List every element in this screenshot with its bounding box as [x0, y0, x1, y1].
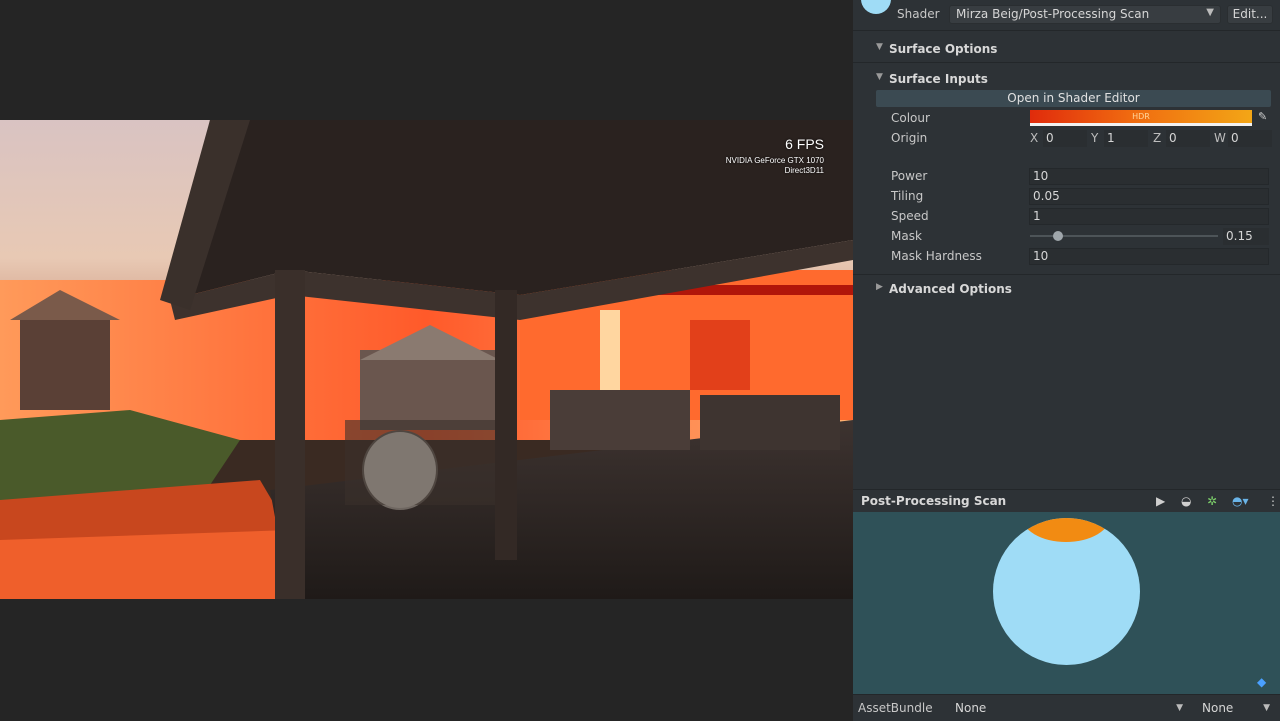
graphics-api: Direct3D11: [784, 166, 824, 175]
section-title: Surface Inputs: [889, 72, 988, 86]
origin-w-label: W: [1214, 131, 1226, 145]
alpha-bar: [1030, 123, 1252, 126]
speed-label: Speed: [891, 209, 929, 223]
origin-z-label: Z: [1153, 131, 1162, 145]
foldout-expanded-icon: ▼: [876, 42, 883, 52]
colour-label: Colour: [891, 111, 930, 125]
material-preview[interactable]: [853, 512, 1280, 670]
gpu-name: NVIDIA GeForce GTX 1070: [725, 156, 824, 165]
open-shader-editor-button[interactable]: Open in Shader Editor: [876, 90, 1271, 107]
mask-hardness-label: Mask Hardness: [891, 249, 982, 263]
preview-header: Post-Processing Scan ▶ ◒ ✲ ◓▾ ⋮: [853, 489, 1280, 512]
material-thumbnail: [861, 0, 891, 14]
more-icon[interactable]: ⋮: [1267, 494, 1279, 508]
dropdown-value: None: [1202, 701, 1234, 715]
game-scene-image: [0, 120, 853, 599]
origin-x-field[interactable]: 0: [1043, 130, 1087, 147]
dropdown-arrow-icon: ▼: [1176, 703, 1183, 713]
origin-x-label: X: [1030, 131, 1039, 145]
play-icon[interactable]: ▶: [1156, 494, 1165, 508]
shader-dropdown[interactable]: Mirza Beig/Post-Processing Scan ▼: [949, 5, 1221, 24]
advanced-options-header[interactable]: ▶ Advanced Options: [853, 276, 1280, 302]
mask-label: Mask: [891, 229, 922, 243]
assetbundle-row: AssetBundle None ▼ None ▼: [853, 694, 1280, 721]
shader-row: Shader Mirza Beig/Post-Processing Scan ▼…: [853, 0, 1280, 31]
mesh-icon[interactable]: ◓▾: [1232, 494, 1249, 508]
hdr-badge: HDR: [1132, 112, 1150, 121]
origin-label: Origin: [891, 131, 928, 145]
eyedropper-icon[interactable]: ✎: [1258, 110, 1267, 123]
origin-y-label: Y: [1091, 131, 1099, 145]
light-icon[interactable]: ✲: [1207, 494, 1217, 508]
divider: [853, 62, 1280, 63]
preview-title: Post-Processing Scan: [861, 494, 1007, 508]
assetbundle-label: AssetBundle: [858, 701, 933, 715]
section-title: Advanced Options: [889, 282, 1012, 296]
divider: [853, 274, 1280, 275]
tiling-label: Tiling: [891, 189, 924, 203]
game-render[interactable]: 6 FPS NVIDIA GeForce GTX 1070 Direct3D11: [0, 120, 853, 599]
mask-value-field[interactable]: 0.15: [1223, 228, 1269, 245]
tiling-field[interactable]: 0.05: [1029, 188, 1269, 205]
shader-label: Shader: [897, 7, 940, 21]
inspector-panel: Shader Mirza Beig/Post-Processing Scan ▼…: [853, 0, 1280, 721]
foldout-expanded-icon: ▼: [876, 72, 883, 82]
dropdown-value: None: [955, 701, 987, 715]
origin-z-field[interactable]: 0: [1166, 130, 1210, 147]
surface-inputs-header[interactable]: ▼ Surface Inputs: [853, 66, 1280, 92]
scan-band: [1021, 518, 1111, 542]
foldout-collapsed-icon: ▶: [876, 282, 883, 292]
section-title: Surface Options: [889, 42, 998, 56]
origin-w-field[interactable]: 0: [1228, 130, 1272, 147]
mask-slider-handle[interactable]: [1053, 231, 1064, 241]
colour-field[interactable]: HDR: [1030, 110, 1252, 126]
surface-options-header[interactable]: ▼ Surface Options: [853, 36, 1280, 62]
origin-y-field[interactable]: 1: [1104, 130, 1148, 147]
dropdown-arrow-icon: ▼: [1263, 703, 1270, 713]
power-label: Power: [891, 169, 928, 183]
assetbundle-variant-dropdown[interactable]: None ▼: [1196, 699, 1276, 717]
speed-field[interactable]: 1: [1029, 208, 1269, 225]
sphere-icon[interactable]: ◒: [1181, 494, 1191, 508]
mask-hardness-field[interactable]: 10: [1029, 248, 1269, 265]
shader-dropdown-value: Mirza Beig/Post-Processing Scan: [956, 7, 1150, 21]
game-view[interactable]: 6 FPS NVIDIA GeForce GTX 1070 Direct3D11: [0, 0, 853, 720]
power-field[interactable]: 10: [1029, 168, 1269, 185]
label-tag-icon[interactable]: ◆: [1257, 675, 1266, 689]
dropdown-arrow-icon: ▼: [1206, 7, 1214, 18]
fps-counter: 6 FPS: [785, 136, 824, 152]
preview-footer: ◆: [853, 670, 1280, 694]
edit-shader-button[interactable]: Edit...: [1227, 5, 1273, 24]
preview-sphere: [993, 518, 1140, 665]
assetbundle-name-dropdown[interactable]: None ▼: [949, 699, 1189, 717]
